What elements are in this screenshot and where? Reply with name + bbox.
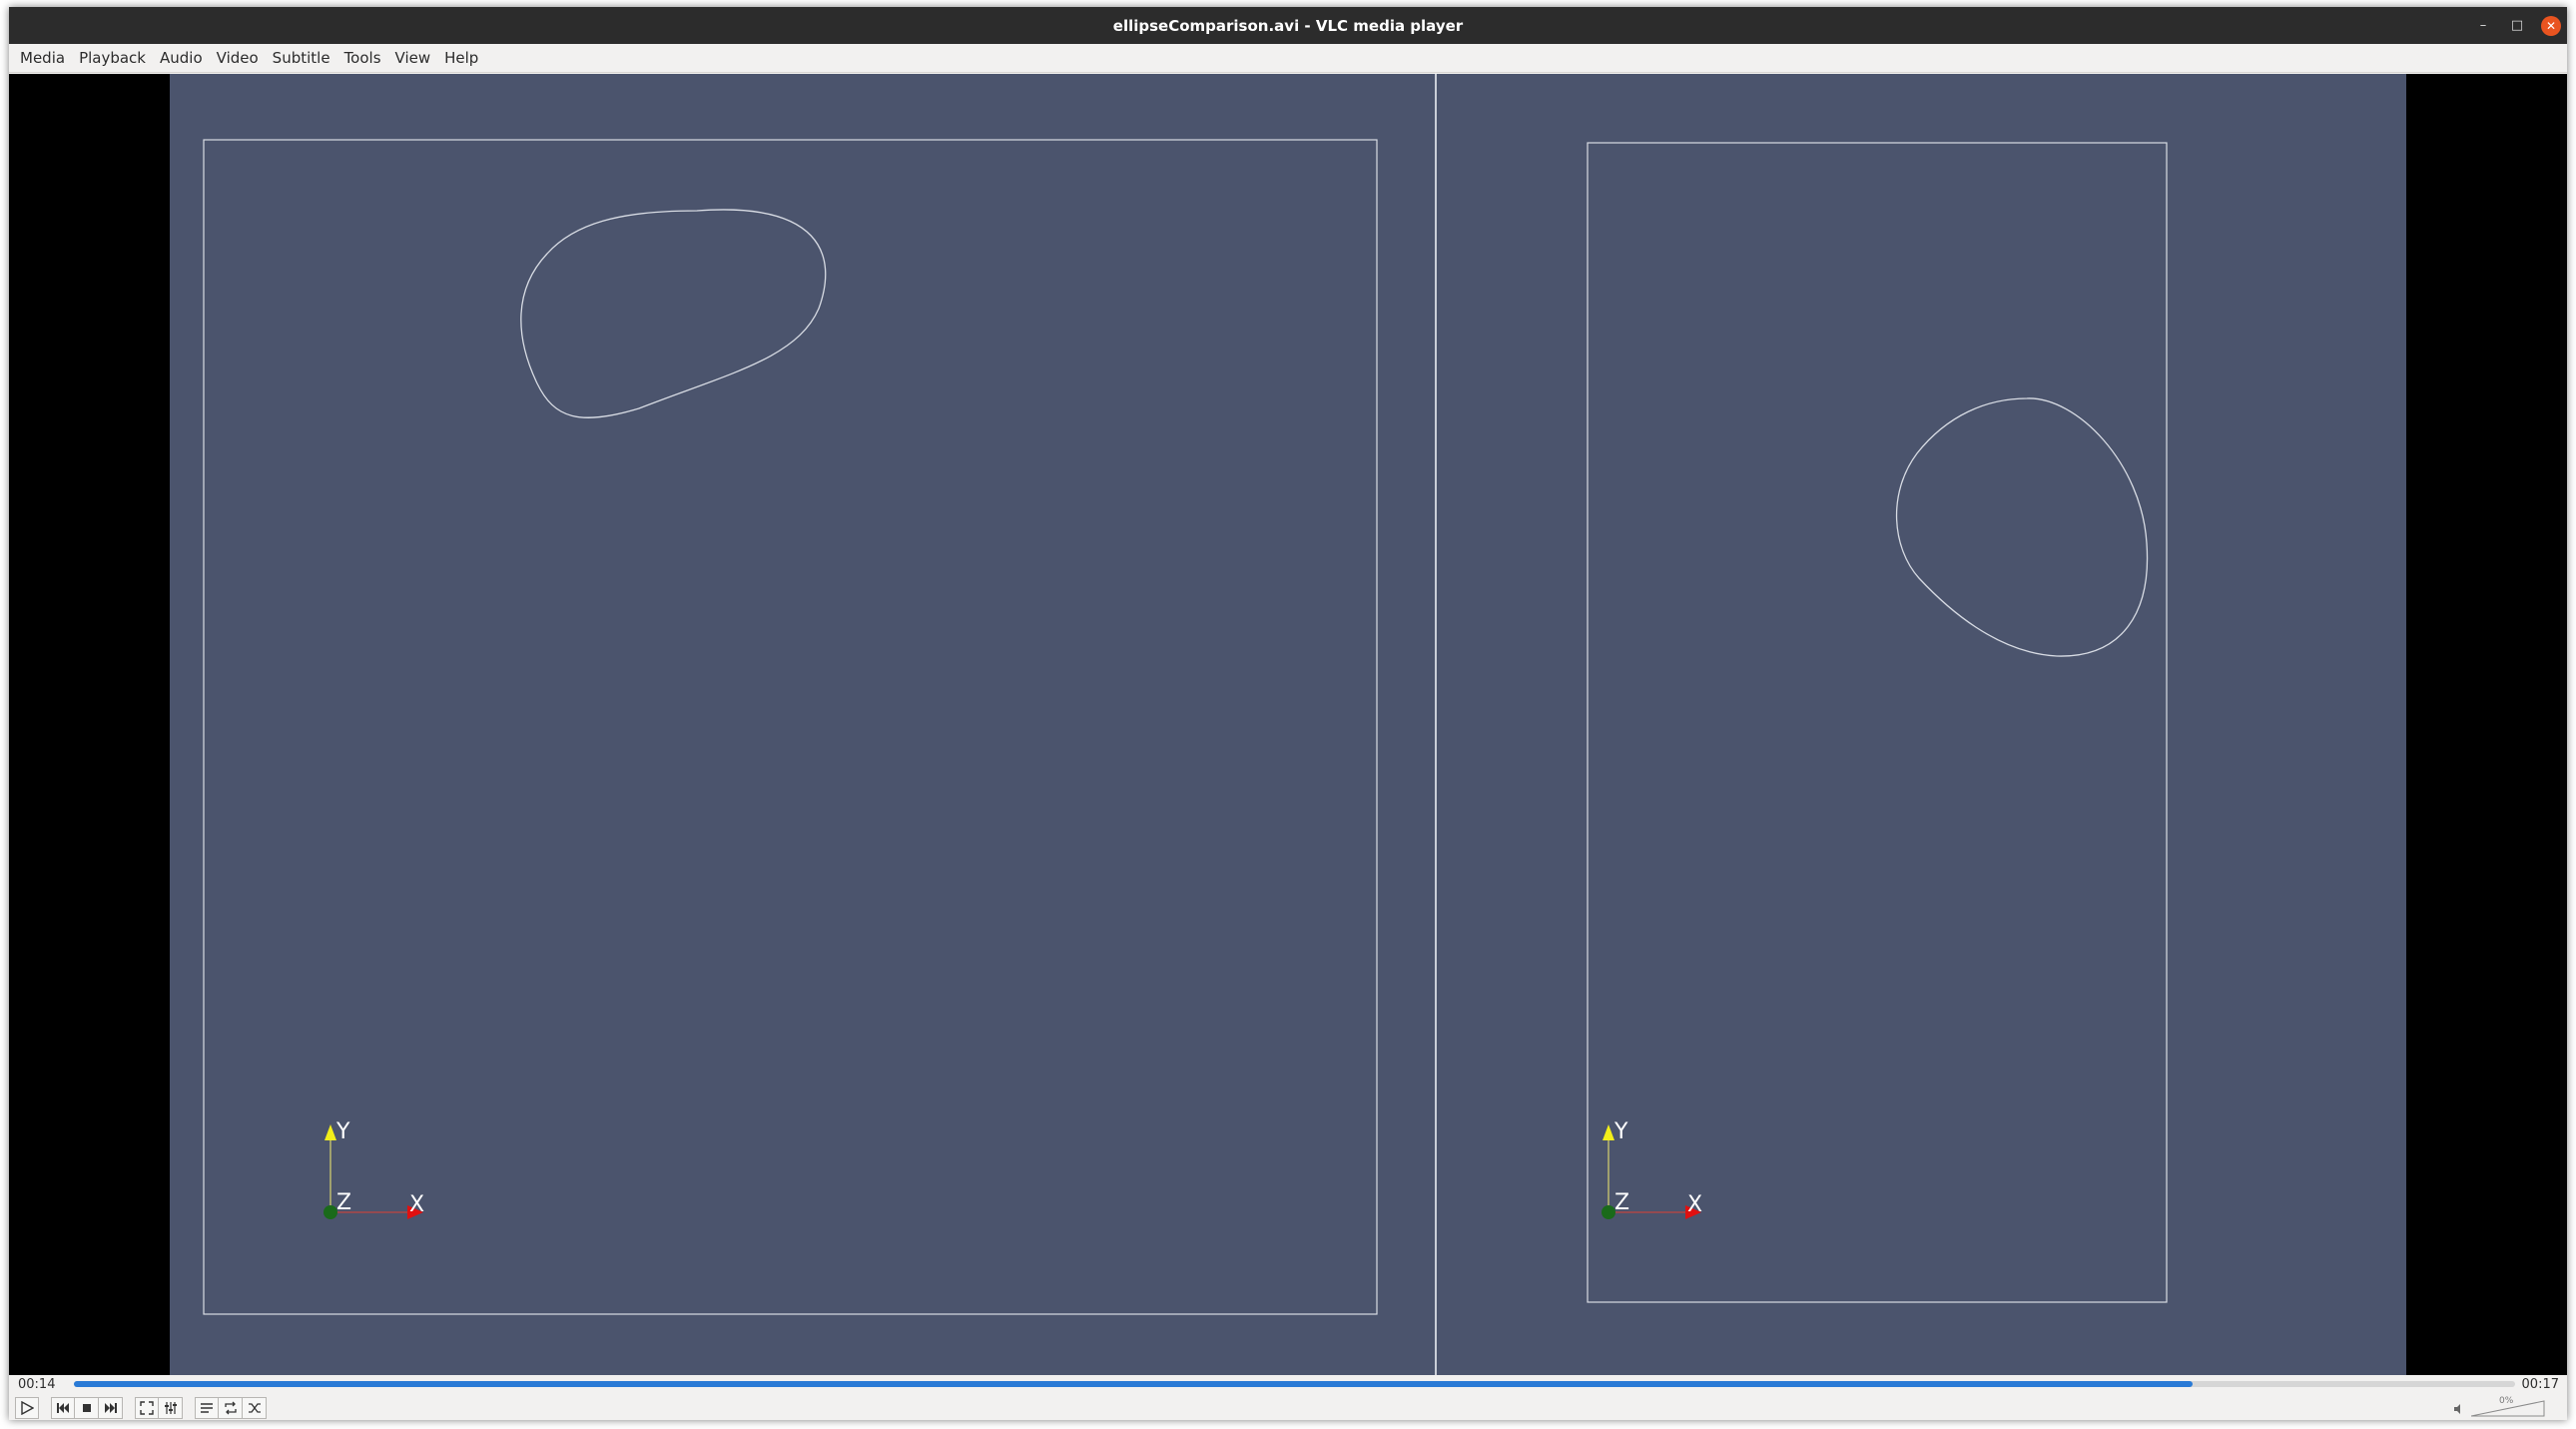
control-buttons (15, 1397, 267, 1419)
loop-icon (224, 1401, 237, 1415)
stop-icon (82, 1404, 91, 1412)
menu-bar: Media Playback Audio Video Subtitle Tool… (9, 44, 2567, 73)
close-button[interactable]: ✕ (2541, 15, 2561, 36)
play-icon (21, 1401, 34, 1415)
fullscreen-icon (140, 1401, 154, 1415)
title-bar: ellipseComparison.avi - VLC media player… (9, 7, 2567, 44)
menu-video[interactable]: Video (217, 49, 259, 67)
extended-settings-button[interactable] (159, 1397, 183, 1419)
next-icon (104, 1403, 117, 1413)
playlist-button[interactable] (195, 1397, 219, 1419)
seek-progress-fill (74, 1381, 2194, 1387)
stop-button[interactable] (75, 1397, 99, 1419)
video-frame-canvas: Y X Z Y X Z (170, 74, 2406, 1375)
menu-tools[interactable]: Tools (344, 49, 381, 67)
menu-media[interactable]: Media (20, 49, 65, 67)
left-z-axis-marker (323, 1205, 337, 1219)
shuffle-icon (248, 1403, 261, 1413)
fullscreen-button[interactable] (135, 1397, 159, 1419)
left-x-axis-label: X (409, 1192, 424, 1217)
speaker-icon[interactable] (2453, 1404, 2463, 1417)
video-frame-background (170, 74, 2406, 1375)
volume-control: 0% (2453, 1396, 2545, 1417)
right-y-axis-label: Y (1613, 1119, 1628, 1144)
menu-view[interactable]: View (395, 49, 431, 67)
equalizer-icon (164, 1402, 177, 1414)
next-button[interactable] (99, 1397, 123, 1419)
menu-playback[interactable]: Playback (79, 49, 146, 67)
volume-slider[interactable]: 0% (2470, 1396, 2545, 1417)
right-x-axis-label: X (1687, 1192, 1702, 1217)
loop-button[interactable] (219, 1397, 243, 1419)
right-z-axis-label: Z (1614, 1190, 1629, 1215)
total-time: 00:17 (2521, 1377, 2559, 1392)
vlc-window: ellipseComparison.avi - VLC media player… (9, 7, 2567, 1420)
minimize-button[interactable]: – (2473, 16, 2493, 36)
menu-subtitle[interactable]: Subtitle (273, 49, 330, 67)
right-z-axis-marker (1602, 1205, 1615, 1219)
playlist-icon (201, 1403, 213, 1413)
shuffle-button[interactable] (243, 1397, 267, 1419)
volume-level-label: 0% (2499, 1396, 2514, 1406)
seek-slider[interactable] (74, 1381, 2515, 1387)
menu-audio[interactable]: Audio (160, 49, 203, 67)
window-controls: – □ ✕ (2473, 7, 2561, 44)
previous-icon (57, 1403, 69, 1413)
left-z-axis-label: Z (336, 1190, 351, 1215)
menu-help[interactable]: Help (444, 49, 478, 67)
play-button[interactable] (15, 1397, 39, 1419)
elapsed-time: 00:14 (18, 1377, 56, 1392)
maximize-button[interactable]: □ (2507, 16, 2527, 36)
video-frame: Y X Z Y X Z (170, 74, 2406, 1375)
playback-controls: 00:14 00:17 0% (9, 1375, 2567, 1420)
previous-button[interactable] (51, 1397, 75, 1419)
window-title: ellipseComparison.avi - VLC media player (1112, 16, 1464, 35)
video-display[interactable]: Y X Z Y X Z (9, 74, 2567, 1375)
left-y-axis-label: Y (335, 1119, 350, 1144)
